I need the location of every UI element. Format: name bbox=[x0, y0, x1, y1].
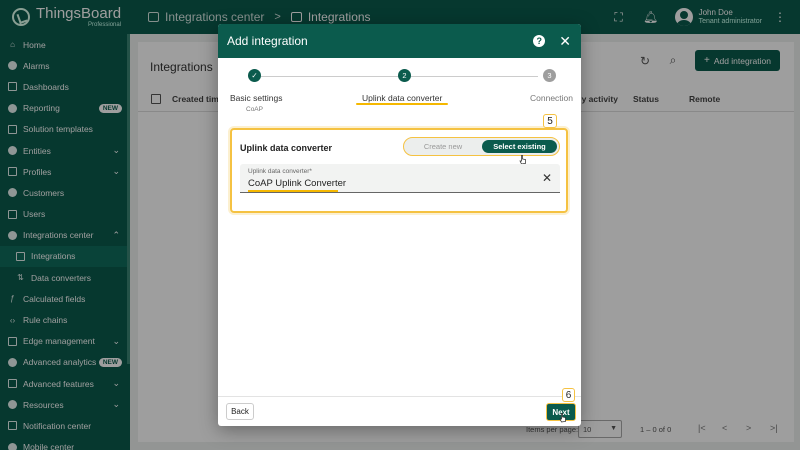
step-number-3[interactable]: 3 bbox=[543, 69, 556, 82]
converter-mode-toggle: Create new Select existing bbox=[403, 137, 560, 156]
step-basic-settings-sub: CoAP bbox=[246, 106, 263, 113]
select-existing-toggle[interactable]: Select existing bbox=[482, 140, 557, 153]
dialog-title: Add integration bbox=[227, 34, 308, 48]
callout-5: 5 bbox=[543, 114, 557, 128]
step-uplink-data-converter[interactable]: Uplink data converter bbox=[362, 93, 442, 103]
highlight-underline bbox=[356, 103, 448, 105]
step-basic-settings[interactable]: Basic settings bbox=[230, 93, 282, 103]
highlight-underline bbox=[248, 190, 338, 192]
uplink-converter-section: Uplink data converter Create new Select … bbox=[230, 128, 568, 213]
add-integration-dialog: Add integration ? ✕ ✓ 2 3 Basic settings… bbox=[218, 24, 581, 426]
step-done-check-icon[interactable]: ✓ bbox=[248, 69, 261, 82]
create-new-toggle[interactable]: Create new bbox=[407, 140, 479, 153]
clear-icon[interactable]: ✕ bbox=[542, 172, 552, 184]
help-icon[interactable]: ? bbox=[533, 35, 546, 47]
hand-cursor-icon bbox=[559, 413, 566, 423]
uplink-converter-field-label: Uplink data converter* bbox=[248, 168, 312, 175]
dialog-header: Add integration ? ✕ bbox=[218, 24, 581, 58]
step-connection[interactable]: Connection bbox=[530, 93, 573, 103]
dialog-footer: Back Next bbox=[218, 396, 581, 426]
step-number-2[interactable]: 2 bbox=[398, 69, 411, 82]
close-icon[interactable]: ✕ bbox=[559, 34, 571, 48]
step-connector bbox=[411, 76, 538, 77]
stepper: ✓ 2 3 Basic settings CoAP Uplink data co… bbox=[218, 58, 581, 118]
uplink-converter-field-value: CoAP Uplink Converter bbox=[248, 178, 347, 189]
callout-6: 6 bbox=[562, 388, 575, 402]
step-connector bbox=[261, 76, 398, 77]
uplink-converter-label: Uplink data converter bbox=[240, 143, 333, 153]
back-button[interactable]: Back bbox=[226, 403, 254, 420]
uplink-converter-field[interactable]: Uplink data converter* CoAP Uplink Conve… bbox=[240, 164, 560, 193]
